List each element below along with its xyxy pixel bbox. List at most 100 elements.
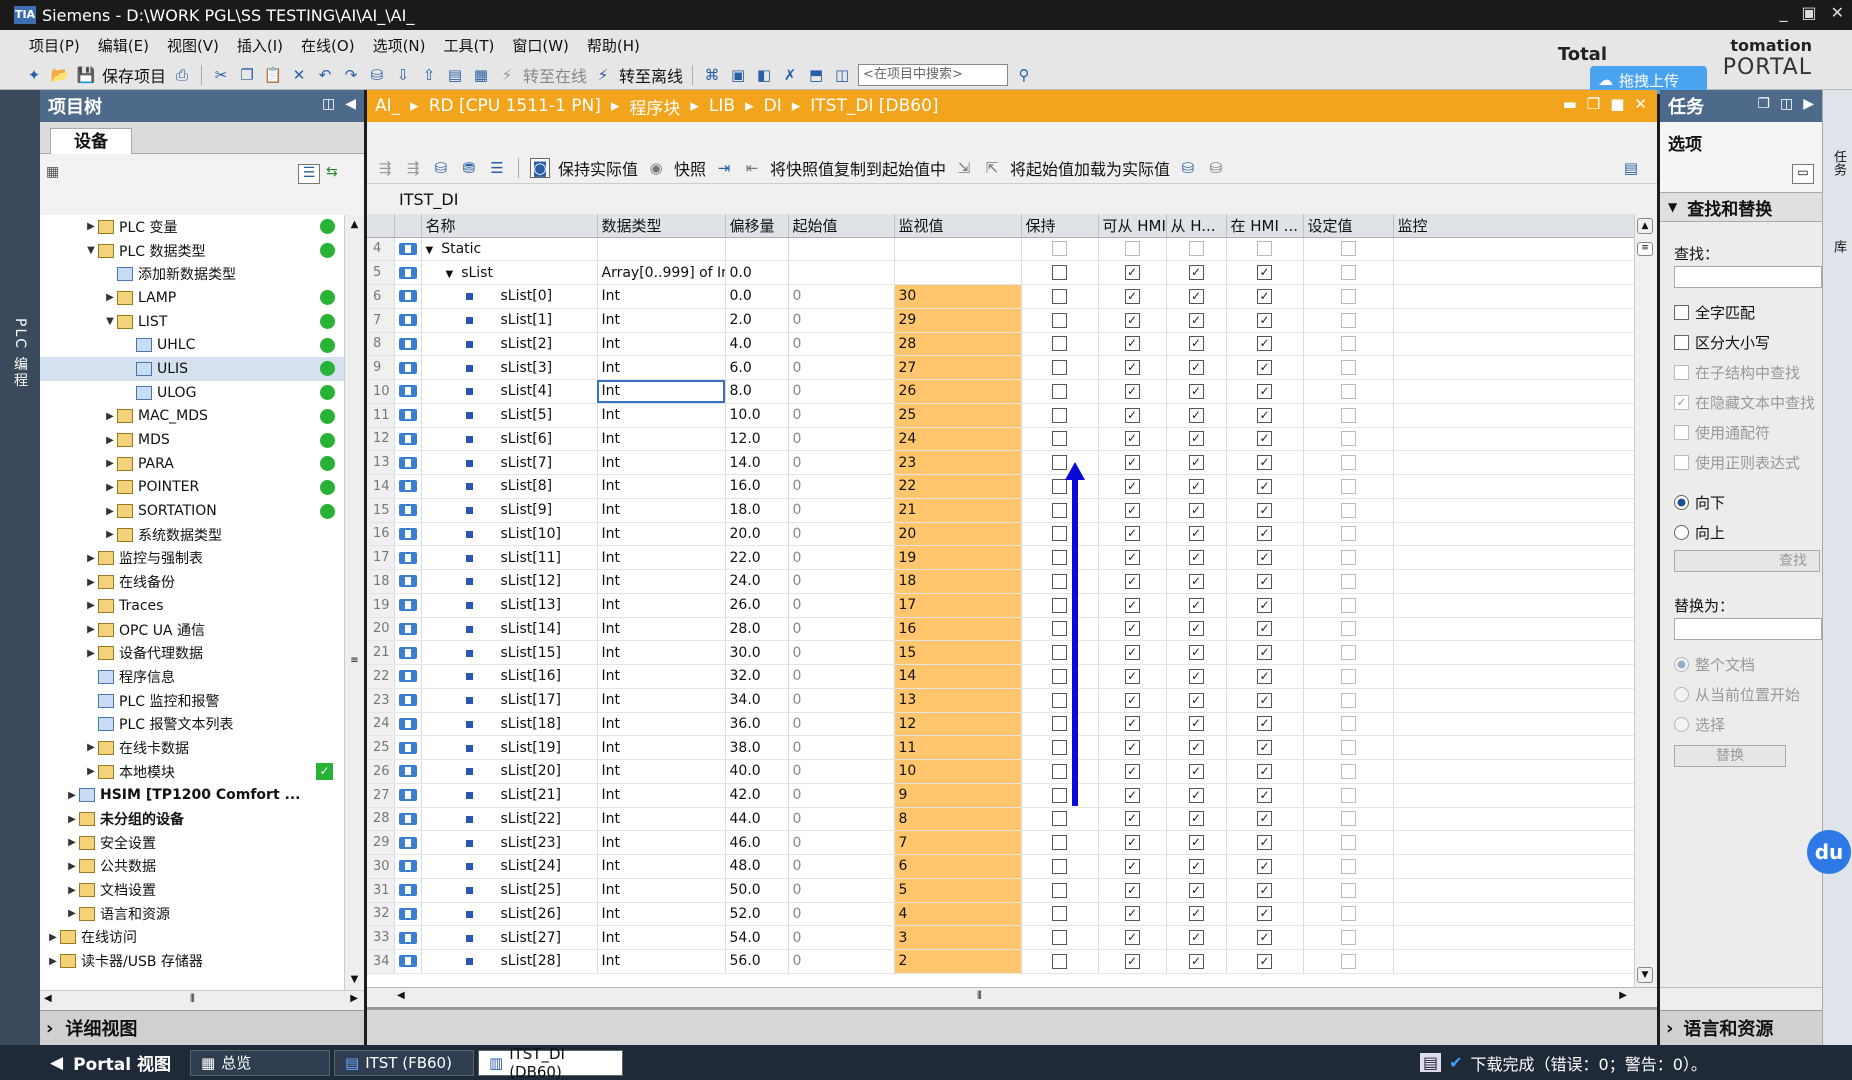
hmi-accessible-checkbox[interactable]: ✓ bbox=[1124, 478, 1140, 494]
setpoint-checkbox[interactable] bbox=[1340, 882, 1356, 898]
scroll-left-icon[interactable]: ◀ bbox=[397, 990, 405, 1001]
hmi-visible-checkbox[interactable]: ✓ bbox=[1257, 336, 1272, 352]
editor-float-icon[interactable]: ❐ bbox=[1587, 95, 1600, 113]
datatype-cell[interactable]: Int bbox=[597, 308, 726, 333]
hmi-visible-checkbox[interactable]: ✓ bbox=[1257, 692, 1272, 708]
expand-arrow-icon[interactable]: ▼ bbox=[446, 269, 454, 280]
start-value-cell[interactable] bbox=[788, 260, 895, 285]
search-icon[interactable]: ⚲ bbox=[1014, 65, 1034, 85]
datatype-cell[interactable]: Int bbox=[597, 688, 726, 713]
collapse-all-icon[interactable]: ⛃ bbox=[459, 158, 479, 178]
scroll-down-icon[interactable]: ▼ bbox=[345, 970, 364, 990]
breadcrumb-lib[interactable]: LIB bbox=[709, 96, 735, 116]
start-value-cell[interactable]: 0 bbox=[788, 640, 895, 665]
header-retain[interactable]: 保持 bbox=[1021, 214, 1099, 238]
setpoint-checkbox[interactable] bbox=[1340, 455, 1356, 471]
hmi-writable-checkbox[interactable]: ✓ bbox=[1188, 763, 1204, 779]
setpoint-checkbox[interactable] bbox=[1340, 360, 1356, 376]
start-value-cell[interactable]: 0 bbox=[788, 712, 895, 737]
hmi-writable-checkbox[interactable]: ✓ bbox=[1188, 787, 1204, 803]
hmi-accessible-checkbox[interactable]: ✓ bbox=[1124, 573, 1140, 589]
retain-checkbox[interactable] bbox=[1052, 407, 1067, 423]
table-row[interactable]: 17 sList[11] Int 22.0 0 19 ✓ ✓ ✓ bbox=[367, 545, 1634, 570]
breadcrumb-di[interactable]: DI bbox=[764, 96, 782, 116]
start-value-cell[interactable]: 0 bbox=[788, 474, 895, 499]
hmi-visible-checkbox[interactable]: ✓ bbox=[1257, 811, 1272, 827]
table-row[interactable]: 25 sList[19] Int 38.0 0 11 ✓ ✓ ✓ bbox=[367, 735, 1634, 760]
whole-word-checkbox[interactable]: 全字匹配 bbox=[1674, 302, 1755, 323]
collapsed-arrow-icon[interactable]: ▶ bbox=[103, 482, 117, 493]
retain-checkbox[interactable] bbox=[1052, 835, 1067, 851]
split-vertical-icon[interactable]: ◫ bbox=[832, 65, 852, 85]
hmi-accessible-checkbox[interactable]: ✓ bbox=[1124, 526, 1140, 542]
copy-snapshot-icon[interactable]: ⇥ bbox=[714, 158, 734, 178]
scroll-right-icon[interactable]: ▶ bbox=[1619, 990, 1627, 1001]
tree-item[interactable]: UHLC bbox=[40, 333, 344, 357]
tab-overview[interactable]: ▦ 总览 bbox=[190, 1049, 330, 1076]
setpoint-checkbox[interactable] bbox=[1340, 241, 1356, 257]
table-row[interactable]: 11 sList[5] Int 10.0 0 25 ✓ ✓ ✓ bbox=[367, 403, 1634, 428]
collapsed-arrow-icon[interactable]: ▶ bbox=[84, 553, 98, 564]
name-cell[interactable]: sList[10] bbox=[421, 522, 598, 547]
hmi-accessible-checkbox[interactable]: ✓ bbox=[1124, 645, 1140, 661]
hmi-accessible-checkbox[interactable]: ✓ bbox=[1124, 597, 1140, 613]
tree-item[interactable]: ▶ 文档设置 bbox=[40, 878, 344, 902]
name-cell[interactable]: sList[7] bbox=[421, 450, 598, 475]
hmi-accessible-checkbox[interactable]: ✓ bbox=[1124, 288, 1140, 304]
save-project-button[interactable]: 保存项目 bbox=[102, 63, 166, 87]
copy-icon[interactable]: ❐ bbox=[237, 65, 257, 85]
hmi-accessible-checkbox[interactable]: ✓ bbox=[1124, 953, 1140, 969]
tree-item[interactable]: ▶ Traces bbox=[40, 594, 344, 618]
menu-edit[interactable]: 编辑(E) bbox=[89, 36, 158, 56]
tree-item[interactable]: ▶ 监控与强制表 bbox=[40, 547, 344, 571]
tree-view-icon[interactable]: ⇆ bbox=[326, 164, 338, 180]
start-value-cell[interactable]: 0 bbox=[788, 617, 895, 642]
menu-window[interactable]: 窗口(W) bbox=[503, 36, 578, 56]
vertical-tab-tasks[interactable]: 任务 bbox=[1829, 150, 1848, 176]
cut-icon[interactable]: ✂ bbox=[211, 65, 231, 85]
panel-split-icon[interactable]: ◫ bbox=[1780, 96, 1793, 112]
name-cell[interactable]: sList[22] bbox=[421, 807, 598, 832]
expand-all-icon[interactable]: ⛁ bbox=[431, 158, 451, 178]
tree-item[interactable]: ▶ 未分组的设备 bbox=[40, 807, 344, 831]
tree-item[interactable]: ▶ SORTATION bbox=[40, 499, 344, 523]
collapsed-arrow-icon[interactable]: ▶ bbox=[103, 458, 117, 469]
setpoint-checkbox[interactable] bbox=[1340, 383, 1356, 399]
table-row[interactable]: 34 sList[28] Int 56.0 0 2 ✓ ✓ ✓ bbox=[367, 949, 1634, 974]
retain-checkbox[interactable] bbox=[1052, 478, 1067, 494]
hmi-writable-checkbox[interactable]: ✓ bbox=[1188, 930, 1204, 946]
setpoint-checkbox[interactable] bbox=[1340, 645, 1356, 661]
hmi-writable-checkbox[interactable]: ✓ bbox=[1188, 478, 1204, 494]
hmi-visible-checkbox[interactable]: ✓ bbox=[1257, 312, 1272, 328]
table-row[interactable]: 12 sList[6] Int 12.0 0 24 ✓ ✓ ✓ bbox=[367, 427, 1634, 452]
table-row[interactable]: 15 sList[9] Int 18.0 0 21 ✓ ✓ ✓ bbox=[367, 498, 1634, 523]
hmi-visible-checkbox[interactable]: ✓ bbox=[1257, 906, 1272, 922]
load-icon[interactable]: ⛁ bbox=[1178, 158, 1198, 178]
setpoint-checkbox[interactable] bbox=[1340, 930, 1356, 946]
tree-item[interactable]: ULIS bbox=[40, 357, 344, 381]
hmi-accessible-checkbox[interactable]: ✓ bbox=[1124, 835, 1140, 851]
start-value-cell[interactable]: 0 bbox=[788, 284, 895, 309]
retain-checkbox[interactable] bbox=[1052, 811, 1067, 827]
hmi-writable-checkbox[interactable]: ✓ bbox=[1188, 431, 1204, 447]
start-value-cell[interactable]: 0 bbox=[788, 759, 895, 784]
hmi-visible-checkbox[interactable]: ✓ bbox=[1257, 265, 1272, 281]
tab-itst-fb60[interactable]: ▤ ITST (FB60) bbox=[334, 1049, 474, 1076]
start-value-cell[interactable]: 0 bbox=[788, 379, 895, 404]
save-icon[interactable]: 💾 bbox=[76, 65, 96, 85]
name-cell[interactable]: sList[13] bbox=[421, 593, 598, 618]
retain-checkbox[interactable] bbox=[1052, 930, 1067, 946]
wildcards-checkbox[interactable]: 使用通配符 bbox=[1674, 422, 1770, 443]
menu-help[interactable]: 帮助(H) bbox=[578, 36, 649, 56]
hmi-accessible-checkbox[interactable]: ✓ bbox=[1124, 716, 1140, 732]
setpoint-checkbox[interactable] bbox=[1340, 953, 1356, 969]
paste-icon[interactable]: 📋 bbox=[263, 65, 283, 85]
start-value-cell[interactable]: 0 bbox=[788, 807, 895, 832]
datatype-cell[interactable]: Int bbox=[597, 379, 726, 404]
datatype-cell[interactable]: Int bbox=[597, 830, 726, 855]
start-value-cell[interactable]: 0 bbox=[788, 522, 895, 547]
retain-checkbox[interactable] bbox=[1052, 265, 1067, 281]
collapsed-arrow-icon[interactable]: ▶ bbox=[65, 790, 79, 801]
retain-checkbox[interactable] bbox=[1052, 597, 1067, 613]
retain-checkbox[interactable] bbox=[1052, 383, 1067, 399]
